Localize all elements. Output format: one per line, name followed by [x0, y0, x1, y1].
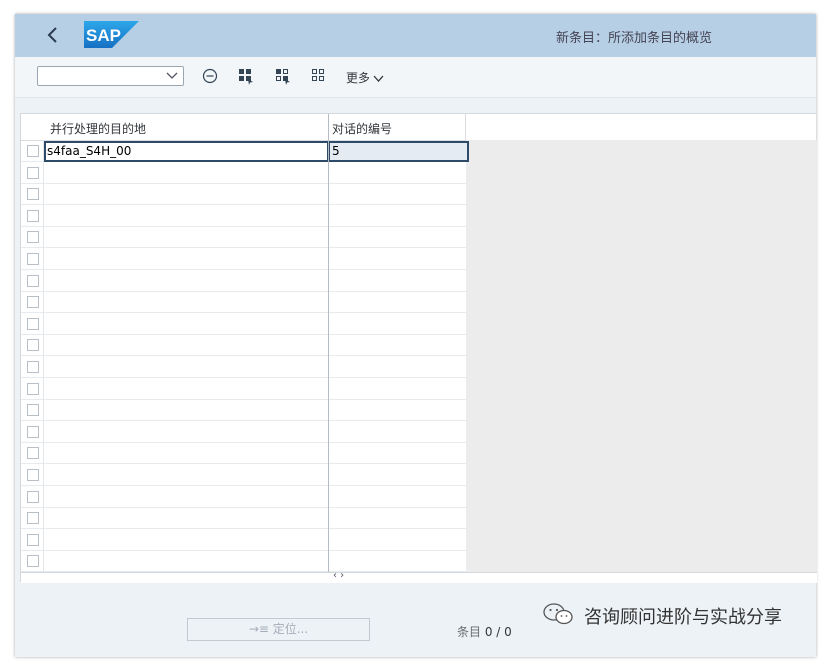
- select-all-button[interactable]: [236, 66, 256, 86]
- more-menu-button[interactable]: 更多: [346, 69, 384, 86]
- toolbar: 更多: [15, 57, 816, 98]
- row-checkbox[interactable]: [27, 317, 39, 330]
- entry-count: 0 / 0: [484, 625, 512, 639]
- variant-dropdown[interactable]: [37, 66, 184, 86]
- select-all-icon: [239, 69, 253, 85]
- table-row[interactable]: [21, 162, 466, 184]
- row-checkbox[interactable]: [27, 382, 39, 395]
- scroll-arrows-icon[interactable]: ‹ ›: [333, 570, 344, 581]
- row-checkbox[interactable]: [27, 490, 39, 503]
- dialog-count-cell[interactable]: 5: [329, 141, 469, 162]
- table-row[interactable]: [21, 205, 466, 227]
- deselect-all-icon: [312, 69, 324, 81]
- more-label: 更多: [346, 71, 371, 85]
- entry-label: 条目: [457, 625, 482, 639]
- table-row[interactable]: [21, 334, 466, 357]
- row-checkbox[interactable]: [27, 533, 39, 546]
- row-checkbox[interactable]: [27, 166, 39, 179]
- wechat-icon: [543, 603, 573, 625]
- table-row[interactable]: [21, 248, 466, 270]
- sap-logo: SAP: [84, 21, 139, 48]
- remove-circle-icon: [202, 68, 218, 84]
- column-divider[interactable]: [328, 114, 329, 583]
- column-header-dialog-count[interactable]: 对话的编号: [332, 120, 392, 137]
- svg-text:SAP: SAP: [86, 26, 121, 45]
- select-block-icon: [276, 69, 290, 85]
- watermark: 咨询顾问进阶与实战分享: [540, 600, 782, 628]
- entries-table: 并行处理的目的地 对话的编号 s4faa_S4H_00 5 ‹ ›: [20, 113, 817, 583]
- row-checkbox[interactable]: [27, 555, 39, 568]
- chevron-left-icon: [47, 27, 57, 43]
- table-row[interactable]: [21, 356, 466, 378]
- sap-window: SAP 新条目：所添加条目的概览 更多 并行处理的目的地 对话的编号 s4faa…: [15, 14, 817, 657]
- entry-counter: 条目 0 / 0: [457, 623, 512, 640]
- select-block-button[interactable]: [273, 66, 293, 86]
- table-row[interactable]: [21, 378, 466, 400]
- row-checkbox[interactable]: [27, 447, 39, 460]
- row-checkbox[interactable]: [27, 253, 39, 265]
- table-row[interactable]: [21, 550, 466, 573]
- chevron-down-icon: [166, 72, 178, 79]
- destination-cell[interactable]: s4faa_S4H_00: [44, 141, 329, 162]
- shell-bar: SAP 新条目：所添加条目的概览: [15, 14, 816, 57]
- watermark-text: 咨询顾问进阶与实战分享: [584, 607, 782, 628]
- column-divider: [465, 114, 466, 140]
- table-row[interactable]: [21, 183, 466, 206]
- row-checkbox[interactable]: [27, 145, 39, 157]
- table-row[interactable]: [21, 291, 466, 314]
- table-row[interactable]: [21, 442, 466, 465]
- row-checkbox[interactable]: [27, 361, 39, 373]
- horizontal-scrollbar[interactable]: ‹ ›: [21, 570, 817, 583]
- row-checkbox[interactable]: [27, 209, 39, 222]
- row-checkbox[interactable]: [27, 274, 39, 287]
- table-row[interactable]: [21, 529, 466, 551]
- row-checkbox[interactable]: [27, 231, 39, 244]
- back-button[interactable]: [42, 23, 64, 47]
- table-row[interactable]: [21, 507, 466, 530]
- table-row[interactable]: s4faa_S4H_00 5: [21, 140, 469, 162]
- row-checkbox[interactable]: [27, 469, 39, 481]
- chevron-down-icon: [373, 75, 384, 82]
- table-row[interactable]: [21, 313, 466, 335]
- row-checkbox[interactable]: [27, 425, 39, 438]
- row-checkbox[interactable]: [27, 512, 39, 525]
- row-checkbox[interactable]: [27, 296, 39, 309]
- selector-divider: [43, 140, 44, 572]
- row-checkbox[interactable]: [27, 404, 39, 417]
- position-button[interactable]: →≡ 定位...: [187, 618, 370, 641]
- table-row[interactable]: [21, 486, 466, 508]
- table-row[interactable]: [21, 399, 466, 422]
- table-header: 并行处理的目的地 对话的编号: [21, 114, 817, 141]
- column-header-destination[interactable]: 并行处理的目的地: [50, 120, 146, 137]
- row-checkbox[interactable]: [27, 188, 39, 201]
- table-row[interactable]: [21, 270, 466, 292]
- table-row[interactable]: [21, 421, 466, 443]
- table-row[interactable]: [21, 464, 466, 486]
- row-checkbox[interactable]: [27, 339, 39, 352]
- deselect-all-button[interactable]: [309, 66, 329, 86]
- empty-area: [466, 140, 817, 572]
- page-title: 新条目：所添加条目的概览: [555, 31, 712, 46]
- table-row[interactable]: [21, 226, 466, 249]
- remove-row-button[interactable]: [200, 66, 220, 86]
